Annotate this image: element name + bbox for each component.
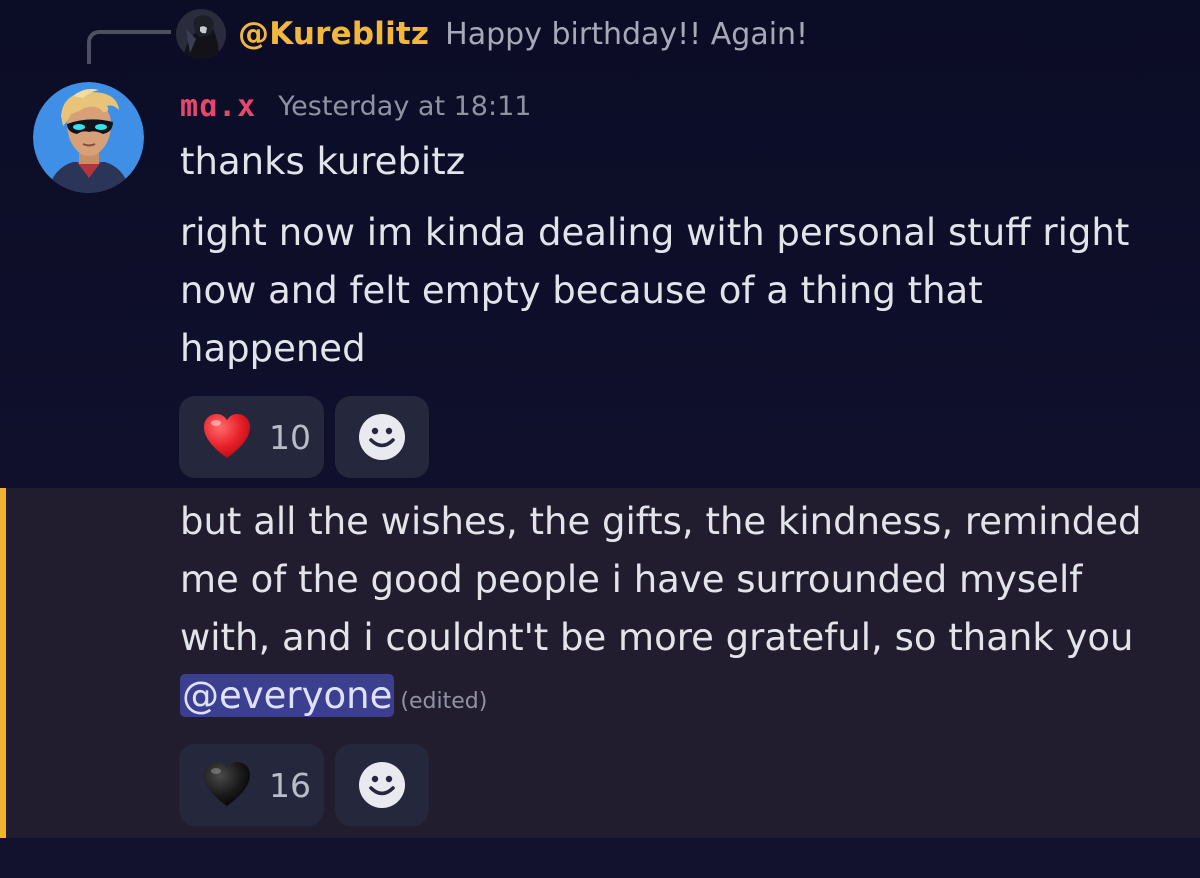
user-avatar[interactable]	[33, 82, 144, 193]
message-line-mention: @everyone (edited)	[180, 666, 1170, 731]
smile-icon	[359, 762, 405, 808]
username[interactable]: mɑ.x	[180, 89, 256, 124]
message-line: right now im kinda dealing with personal…	[180, 211, 1130, 254]
message-line: now and felt empty because of a thing th…	[180, 269, 983, 312]
everyone-mention[interactable]: @everyone	[180, 674, 395, 717]
reaction-red-heart[interactable]: 10	[179, 396, 324, 478]
reaction-count: 16	[269, 765, 311, 805]
message-line: happened	[180, 327, 366, 370]
smile-icon	[359, 414, 405, 460]
reaction-black-heart[interactable]: 16	[179, 744, 324, 826]
reply-text[interactable]: Happy birthday!! Again!	[445, 17, 808, 52]
add-reaction-button[interactable]	[335, 744, 429, 826]
message-line: but all the wishes, the gifts, the kindn…	[180, 500, 1142, 543]
message-header: mɑ.x Yesterday at 18:11	[180, 84, 531, 128]
black-heart-icon	[204, 762, 250, 806]
reply-avatar-image	[176, 9, 226, 59]
reaction-count: 10	[269, 417, 311, 457]
message-line: thanks kurebitz	[180, 140, 466, 183]
edited-label: (edited)	[400, 689, 488, 714]
reply-avatar[interactable]	[176, 9, 226, 59]
reply-author[interactable]: @Kureblitz	[238, 16, 429, 52]
add-reaction-button[interactable]	[335, 396, 429, 478]
chat-view: @Kureblitz Happy birthday!! Again! mɑ.x	[0, 0, 1200, 878]
reply-connector-line	[87, 30, 171, 64]
red-heart-icon	[204, 414, 250, 458]
message-line: me of the good people i have surrounded …	[180, 558, 1083, 601]
user-avatar-image	[33, 82, 144, 193]
message-line: with, and i couldnt't be more grateful, …	[180, 616, 1134, 659]
timestamp[interactable]: Yesterday at 18:11	[278, 91, 531, 122]
mention-highlight-bar	[0, 488, 6, 838]
reply-reference[interactable]: @Kureblitz Happy birthday!! Again!	[176, 6, 808, 62]
